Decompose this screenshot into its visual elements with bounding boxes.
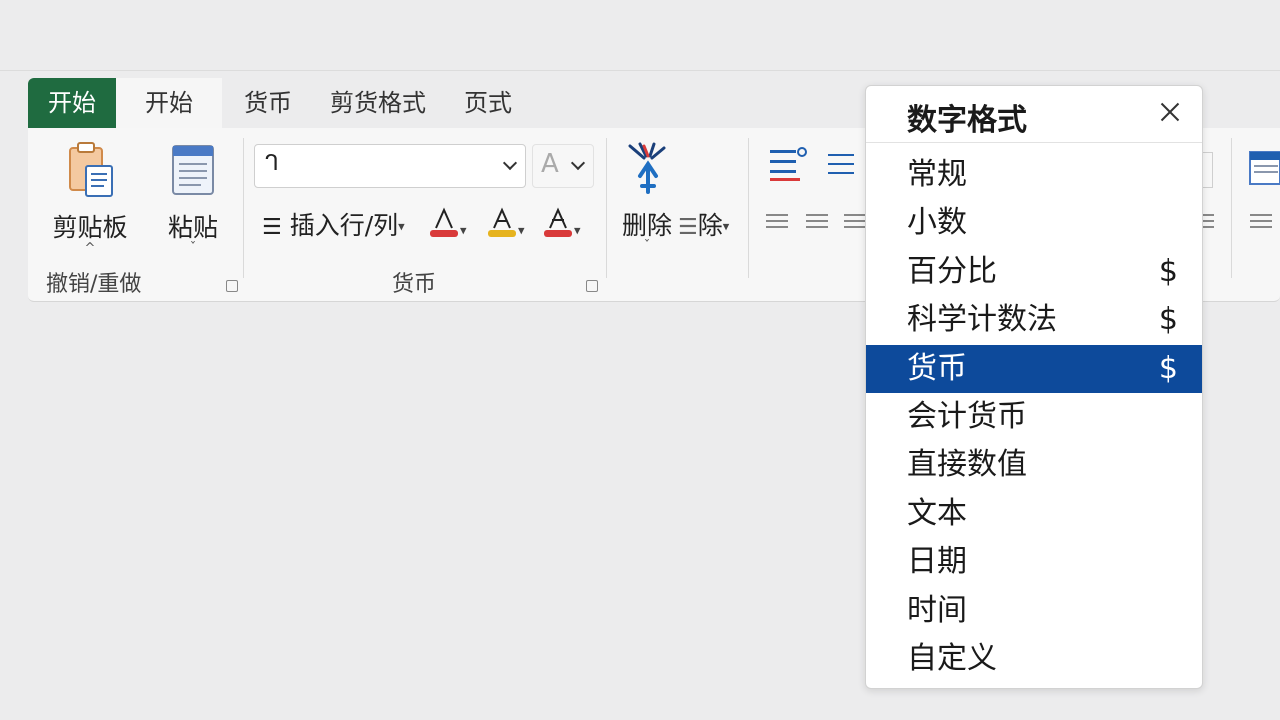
delete-button[interactable]: 删除 ˇ bbox=[616, 142, 678, 254]
currency-symbol: $ bbox=[1158, 350, 1178, 386]
number-format-item[interactable]: 百分比 $ bbox=[866, 248, 1202, 296]
number-format-item[interactable]: 会计货币 bbox=[866, 393, 1202, 441]
fill-color-button[interactable]: ▾ bbox=[542, 206, 581, 244]
highlight-color-button[interactable]: ▾ bbox=[486, 206, 525, 244]
delete-rows-button[interactable]: ☰除▾ bbox=[678, 206, 729, 242]
number-format-item[interactable]: 小数 bbox=[866, 199, 1202, 247]
window-top-border bbox=[0, 70, 1280, 71]
number-format-panel: 数字格式 常规小数百分比 $ 科学计数法 $ 货币 $ 会计货币直接数值文本日期时间自定义 bbox=[865, 85, 1203, 689]
fill-color-icon bbox=[544, 207, 572, 237]
number-format-item-label: 时间 bbox=[907, 592, 967, 628]
dropdown-icon: ▾ bbox=[574, 223, 581, 239]
number-format-item[interactable]: 常规 bbox=[866, 151, 1202, 199]
panel-header: 数字格式 bbox=[866, 86, 1202, 143]
paste-icon bbox=[172, 145, 214, 195]
group-separator bbox=[748, 138, 749, 278]
align-lines-icon[interactable] bbox=[826, 150, 856, 180]
dropdown-icon: ▾ bbox=[460, 223, 467, 239]
dialog-launcher-icon[interactable] bbox=[226, 280, 238, 292]
number-format-item[interactable]: 日期 bbox=[866, 538, 1202, 586]
number-format-item[interactable]: 文本 bbox=[866, 490, 1202, 538]
font-size-combo[interactable]: A bbox=[532, 144, 594, 188]
close-icon[interactable] bbox=[1158, 100, 1182, 124]
number-format-item-label: 自定义 bbox=[907, 640, 997, 676]
font-size-letter: A bbox=[541, 149, 559, 179]
align-left-icon[interactable] bbox=[766, 214, 788, 232]
align-right-icon[interactable] bbox=[844, 214, 866, 232]
number-format-item-label: 百分比 bbox=[907, 253, 997, 289]
list-icon: ☰ bbox=[262, 215, 282, 240]
number-format-item-label: 小数 bbox=[907, 205, 967, 241]
number-format-item[interactable]: 自定义 bbox=[866, 635, 1202, 683]
font-name-combo[interactable]: ᒉ bbox=[254, 144, 526, 188]
number-format-list: 常规小数百分比 $ 科学计数法 $ 货币 $ 会计货币直接数值文本日期时间自定义 bbox=[866, 151, 1202, 683]
number-format-item-label: 直接数值 bbox=[907, 447, 1027, 483]
group-separator bbox=[243, 138, 244, 278]
delete-caret: ˇ bbox=[643, 239, 651, 254]
number-format-item[interactable]: 直接数值 bbox=[866, 441, 1202, 489]
lines-icon: ☰ bbox=[678, 215, 698, 240]
dropdown-icon: ▾ bbox=[722, 219, 730, 235]
number-format-item-label: 会计货币 bbox=[907, 398, 1027, 434]
number-format-item-label: 文本 bbox=[907, 495, 967, 531]
table-format-icon[interactable] bbox=[1248, 150, 1280, 186]
currency-symbol: $ bbox=[1158, 302, 1178, 338]
insert-row-col-label: 插入行/列 bbox=[289, 211, 399, 240]
number-format-item-label: 日期 bbox=[907, 544, 967, 580]
clipboard-caret: ^ bbox=[84, 241, 96, 256]
wrap-text-icon[interactable] bbox=[768, 146, 808, 182]
font-name-value: ᒉ bbox=[265, 151, 279, 176]
panel-title: 数字格式 bbox=[907, 103, 1027, 138]
number-format-item-label: 货币 bbox=[907, 350, 967, 386]
tab-page-layout[interactable]: 页式 bbox=[464, 78, 512, 128]
partial-styles-icon bbox=[1250, 214, 1272, 232]
clipboard-button[interactable]: 剪贴板 ^ bbox=[50, 140, 130, 256]
number-format-item-label: 科学计数法 bbox=[907, 302, 1057, 338]
dropdown-icon: ▾ bbox=[398, 219, 405, 235]
dialog-launcher-icon[interactable] bbox=[586, 280, 598, 292]
delete-icon bbox=[628, 142, 666, 194]
highlight-icon bbox=[488, 207, 516, 237]
font-color-icon bbox=[430, 207, 458, 237]
align-center-icon[interactable] bbox=[806, 214, 828, 232]
paste-caret: ˇ bbox=[189, 241, 197, 256]
insert-row-col-button[interactable]: ☰ 插入行/列▾ bbox=[262, 206, 405, 242]
currency-symbol: $ bbox=[1158, 253, 1178, 289]
number-format-item[interactable]: 时间 bbox=[866, 587, 1202, 635]
dropdown-icon: ▾ bbox=[518, 223, 525, 239]
paste-button[interactable]: 粘贴 ˇ bbox=[158, 140, 228, 256]
number-format-item[interactable]: 货币 $ bbox=[866, 344, 1202, 393]
group-label-currency: 货币 bbox=[392, 272, 437, 297]
chevron-down-icon bbox=[502, 155, 518, 171]
number-format-item[interactable]: 科学计数法 $ bbox=[866, 296, 1202, 344]
group-separator bbox=[1231, 138, 1232, 278]
tab-cut-format[interactable]: 剪货格式 bbox=[330, 78, 426, 128]
tab-home[interactable]: 开始 bbox=[116, 78, 222, 128]
delete-label: 删除 bbox=[621, 211, 672, 240]
tab-currency[interactable]: 货币 bbox=[244, 78, 292, 128]
group-separator bbox=[606, 138, 607, 278]
delete-small-label: 除 bbox=[697, 211, 723, 240]
group-label-undo-redo: 撤销/重做 bbox=[46, 272, 142, 297]
clipboard-label: 剪贴板 bbox=[52, 213, 128, 242]
font-color-red-button[interactable]: ▾ bbox=[428, 206, 467, 244]
paste-label: 粘贴 bbox=[167, 213, 218, 242]
tab-file[interactable]: 开始 bbox=[28, 78, 116, 128]
clipboard-icon bbox=[69, 142, 113, 197]
number-format-item-label: 常规 bbox=[907, 157, 967, 192]
chevron-down-icon bbox=[570, 155, 586, 171]
